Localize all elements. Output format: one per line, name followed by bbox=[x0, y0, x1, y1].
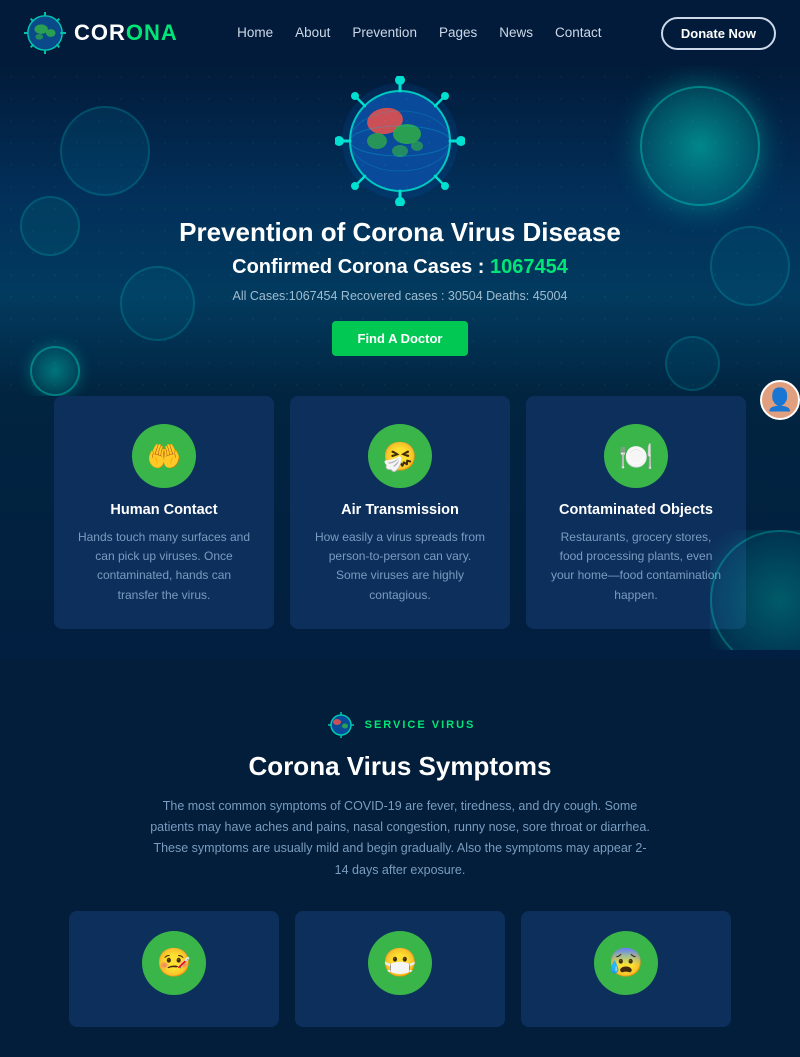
card-contaminated-objects: 🍽️ Contaminated Objects Restaurants, gro… bbox=[526, 396, 746, 629]
virus-deco-4 bbox=[640, 86, 760, 206]
nav-links: Home About Prevention Pages News Contact bbox=[237, 24, 601, 42]
virus-deco-5 bbox=[710, 226, 790, 306]
symptom-card-0: 🤒 bbox=[69, 911, 279, 1027]
hero-confirmed-cases: Confirmed Corona Cases : 1067454 bbox=[179, 256, 621, 279]
nav-contact[interactable]: Contact bbox=[555, 25, 602, 40]
center-globe bbox=[335, 76, 465, 206]
hero-title: Prevention of Corona Virus Disease bbox=[179, 217, 621, 248]
human-contact-icon: 🤲 bbox=[132, 424, 196, 488]
hero-stats: All Cases:1067454 Recovered cases : 3050… bbox=[179, 289, 621, 303]
human-contact-desc: Hands touch many surfaces and can pick u… bbox=[76, 528, 252, 605]
hero-section: Prevention of Corona Virus Disease Confi… bbox=[0, 66, 800, 396]
transmission-section: 🤲 Human Contact Hands touch many surface… bbox=[0, 396, 800, 659]
card-human-contact: 🤲 Human Contact Hands touch many surface… bbox=[54, 396, 274, 629]
transmission-cards-row: 🤲 Human Contact Hands touch many surface… bbox=[30, 396, 770, 629]
logo: CORONA bbox=[24, 12, 178, 54]
floating-avatar[interactable]: 👤 bbox=[760, 380, 800, 420]
air-transmission-desc: How easily a virus spreads from person-t… bbox=[312, 528, 488, 605]
air-transmission-title: Air Transmission bbox=[312, 502, 488, 518]
human-contact-title: Human Contact bbox=[76, 502, 252, 518]
find-doctor-button[interactable]: Find A Doctor bbox=[332, 321, 469, 356]
symptom-icon-1: 😷 bbox=[368, 931, 432, 995]
symptoms-description: The most common symptoms of COVID-19 are… bbox=[150, 796, 650, 881]
symptoms-section: SERVICE VIRUS Corona Virus Symptoms The … bbox=[0, 659, 800, 1057]
virus-deco-7 bbox=[30, 346, 80, 396]
logo-text: CORONA bbox=[74, 20, 178, 46]
symptom-icon-2: 😰 bbox=[594, 931, 658, 995]
service-virus-label: SERVICE VIRUS bbox=[365, 719, 476, 731]
service-virus-icon bbox=[325, 709, 357, 741]
logo-icon bbox=[24, 12, 66, 54]
confirmed-prefix: Confirmed Corona Cases : bbox=[232, 256, 490, 278]
nav-news[interactable]: News bbox=[499, 25, 533, 40]
donate-button[interactable]: Donate Now bbox=[661, 17, 776, 50]
navbar: CORONA Home About Prevention Pages News … bbox=[0, 0, 800, 66]
contaminated-objects-title: Contaminated Objects bbox=[548, 502, 724, 518]
contaminated-objects-icon: 🍽️ bbox=[604, 424, 668, 488]
symptom-card-2: 😰 bbox=[521, 911, 731, 1027]
virus-deco-2 bbox=[20, 196, 80, 256]
nav-home[interactable]: Home bbox=[237, 25, 273, 40]
symptom-cards-row: 🤒 😷 😰 bbox=[30, 911, 770, 1037]
nav-pages[interactable]: Pages bbox=[439, 25, 477, 40]
case-count: 1067454 bbox=[490, 256, 568, 278]
nav-about[interactable]: About bbox=[295, 25, 330, 40]
service-label: SERVICE VIRUS bbox=[30, 709, 770, 741]
air-transmission-icon: 🤧 bbox=[368, 424, 432, 488]
symptom-card-1: 😷 bbox=[295, 911, 505, 1027]
nav-prevention[interactable]: Prevention bbox=[352, 25, 417, 40]
hero-text: Prevention of Corona Virus Disease Confi… bbox=[179, 217, 621, 356]
virus-deco-6 bbox=[665, 336, 720, 391]
virus-deco-1 bbox=[60, 106, 150, 196]
contaminated-objects-desc: Restaurants, grocery stores, food proces… bbox=[548, 528, 724, 605]
symptoms-title: Corona Virus Symptoms bbox=[30, 751, 770, 782]
card-air-transmission: 🤧 Air Transmission How easily a virus sp… bbox=[290, 396, 510, 629]
symptom-icon-0: 🤒 bbox=[142, 931, 206, 995]
